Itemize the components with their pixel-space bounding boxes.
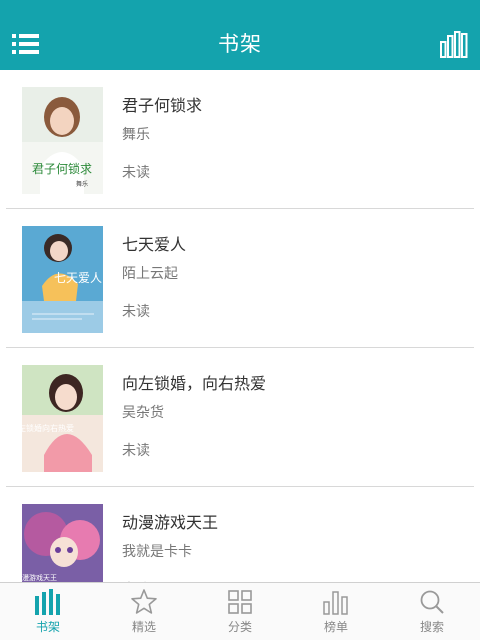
star-icon [131,589,157,614]
menu-icon [12,34,39,54]
tab-label: 精选 [131,620,156,634]
book-title: 七天爱人 [122,235,187,254]
read-status: 未读 [122,165,150,181]
page-title: 书架 [218,32,262,56]
book-title: 动漫游戏天王 [122,513,219,532]
book-cover[interactable]: 七天爱人 [22,226,103,333]
menu-button[interactable] [12,33,40,55]
book-author: 吴杂货 [122,405,164,421]
book-list: 君子何锁求 舞乐 君子何锁求 舞乐 未读 七天爱人 七天爱人 陌上云起 未读 锁… [0,70,480,582]
cover-title: 君子何锁求 [32,161,92,176]
svg-text:舞乐: 舞乐 [76,180,88,188]
tab-label: 搜索 [419,620,444,634]
book-author: 舞乐 [122,127,150,143]
book-cover[interactable]: 向左锁婚向右热爱 [22,365,103,472]
tab-label: 书架 [35,620,60,634]
tab-ranking[interactable]: 榜单 [288,583,384,640]
tab-search[interactable]: 搜索 [384,583,480,640]
book-title: 君子何锁求 [122,96,203,115]
grid-icon [228,590,252,614]
bookshelf-icon [35,589,60,615]
search-icon [420,590,444,614]
tab-featured[interactable]: 精选 [96,583,192,640]
read-status: 未读 [122,304,150,320]
ranking-icon [323,591,348,615]
book-item[interactable]: 向左锁婚向右热爱 向左锁婚，向右热爱 吴杂货 未读 [6,348,474,487]
book-item[interactable]: 七天爱人 七天爱人 陌上云起 未读 [6,209,474,348]
tab-category[interactable]: 分类 [192,583,288,640]
book-item[interactable]: 动漫游戏天王 动漫游戏天王 我就是卡卡 未读 [6,487,474,582]
cover-title: 向左锁婚向右热爱 [22,423,74,433]
book-item[interactable]: 君子何锁求 舞乐 君子何锁求 舞乐 未读 [6,70,474,209]
tab-label: 分类 [227,620,252,634]
read-status: 未读 [122,443,150,459]
tab-label: 榜单 [323,620,348,634]
book-cover[interactable]: 动漫游戏天王 [22,504,103,582]
book-author: 陌上云起 [122,266,178,282]
book-author: 我就是卡卡 [122,544,192,560]
cover-title: 七天爱人 [54,271,102,285]
bookshelf-icon [440,31,468,58]
book-cover[interactable]: 君子何锁求 舞乐 [22,87,103,194]
bottom-tab-bar: 书架 精选 分类 榜单 搜索 [0,582,480,640]
tab-bookshelf[interactable]: 书架 [0,583,96,640]
book-title: 向左锁婚，向右热爱 [122,374,267,393]
app-header: 书架 [0,0,480,70]
bookshelf-button[interactable] [440,30,468,58]
cover-title: 动漫游戏天王 [22,573,57,582]
